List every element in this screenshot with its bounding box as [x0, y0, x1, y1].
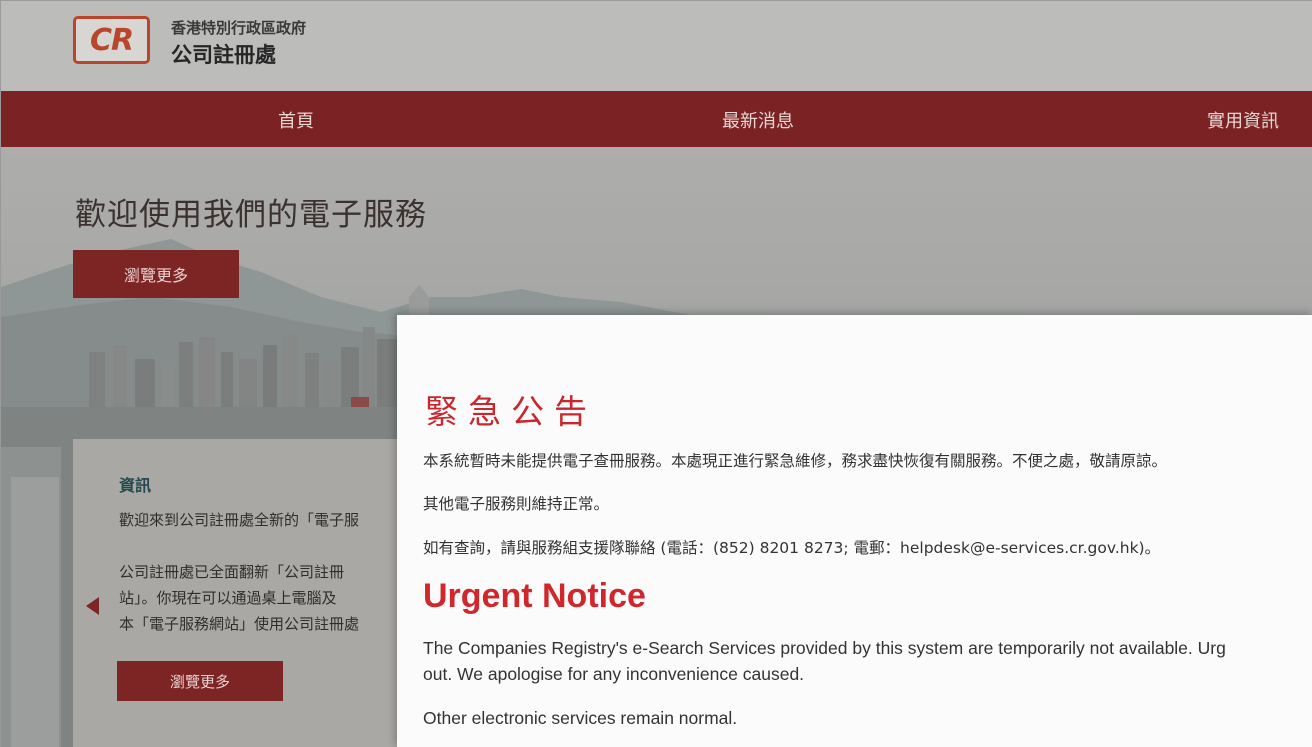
- urgent-notice-dialog: 緊急公告 本系統暫時未能提供電子查冊服務。本處現正進行緊急維修，務求盡快恢復有關…: [397, 315, 1312, 747]
- nav-item-home[interactable]: 首頁: [278, 107, 314, 133]
- notice-title-en: Urgent Notice: [423, 577, 646, 615]
- info-browse-more-button[interactable]: 瀏覽更多: [117, 661, 283, 701]
- hero-title: 歡迎使用我們的電子服務: [75, 197, 427, 233]
- info-paragraph-2-line1: 公司註冊處已全面翻新「公司註冊: [119, 563, 345, 581]
- notice-en-line-1: The Companies Registry's e-Search Servic…: [423, 638, 1226, 658]
- main-nav: 首頁 最新消息 實用資訊: [1, 91, 1312, 147]
- info-heading: 資訊: [119, 476, 152, 495]
- notice-zh-line-1: 本系統暫時未能提供電子查冊服務。本處現正進行緊急維修，務求盡快恢復有關服務。不便…: [423, 452, 1168, 470]
- notice-title-zh: 緊急公告: [425, 392, 597, 431]
- cr-logo[interactable]: CR: [73, 16, 150, 64]
- info-paragraph-2-line3: 本「電子服務網站」使用公司註冊處: [119, 615, 360, 633]
- hero-browse-more-button[interactable]: 瀏覽更多: [73, 250, 239, 298]
- notice-en-line-3: Other electronic services remain normal.: [423, 708, 738, 728]
- site-header: CR 香港特別行政區政府 公司註冊處: [1, 1, 1312, 91]
- carousel-prev-arrow-icon[interactable]: [86, 597, 99, 615]
- notice-zh-line-2: 其他電子服務則維持正常。: [423, 495, 610, 513]
- logo-text: CR: [89, 22, 134, 58]
- org-name-line2: 公司註冊處: [171, 43, 276, 67]
- info-paragraph-2-line2: 站」。你現在可以通過桌上電腦及: [119, 589, 337, 607]
- org-name-line1: 香港特別行政區政府: [171, 19, 307, 37]
- notice-zh-line-3: 如有查詢，請與服務組支援隊聯絡 (電話：(852) 8201 8273; 電郵：…: [423, 539, 1161, 557]
- info-card: 資訊 歡迎來到公司註冊處全新的「電子服 公司註冊處已全面翻新「公司註冊 站」。你…: [73, 439, 413, 747]
- notice-en-line-2: out. We apologise for any inconvenience …: [423, 664, 805, 684]
- nav-item-info[interactable]: 實用資訊: [1207, 107, 1279, 133]
- info-paragraph-1: 歡迎來到公司註冊處全新的「電子服: [119, 511, 360, 529]
- nav-item-news[interactable]: 最新消息: [722, 107, 794, 133]
